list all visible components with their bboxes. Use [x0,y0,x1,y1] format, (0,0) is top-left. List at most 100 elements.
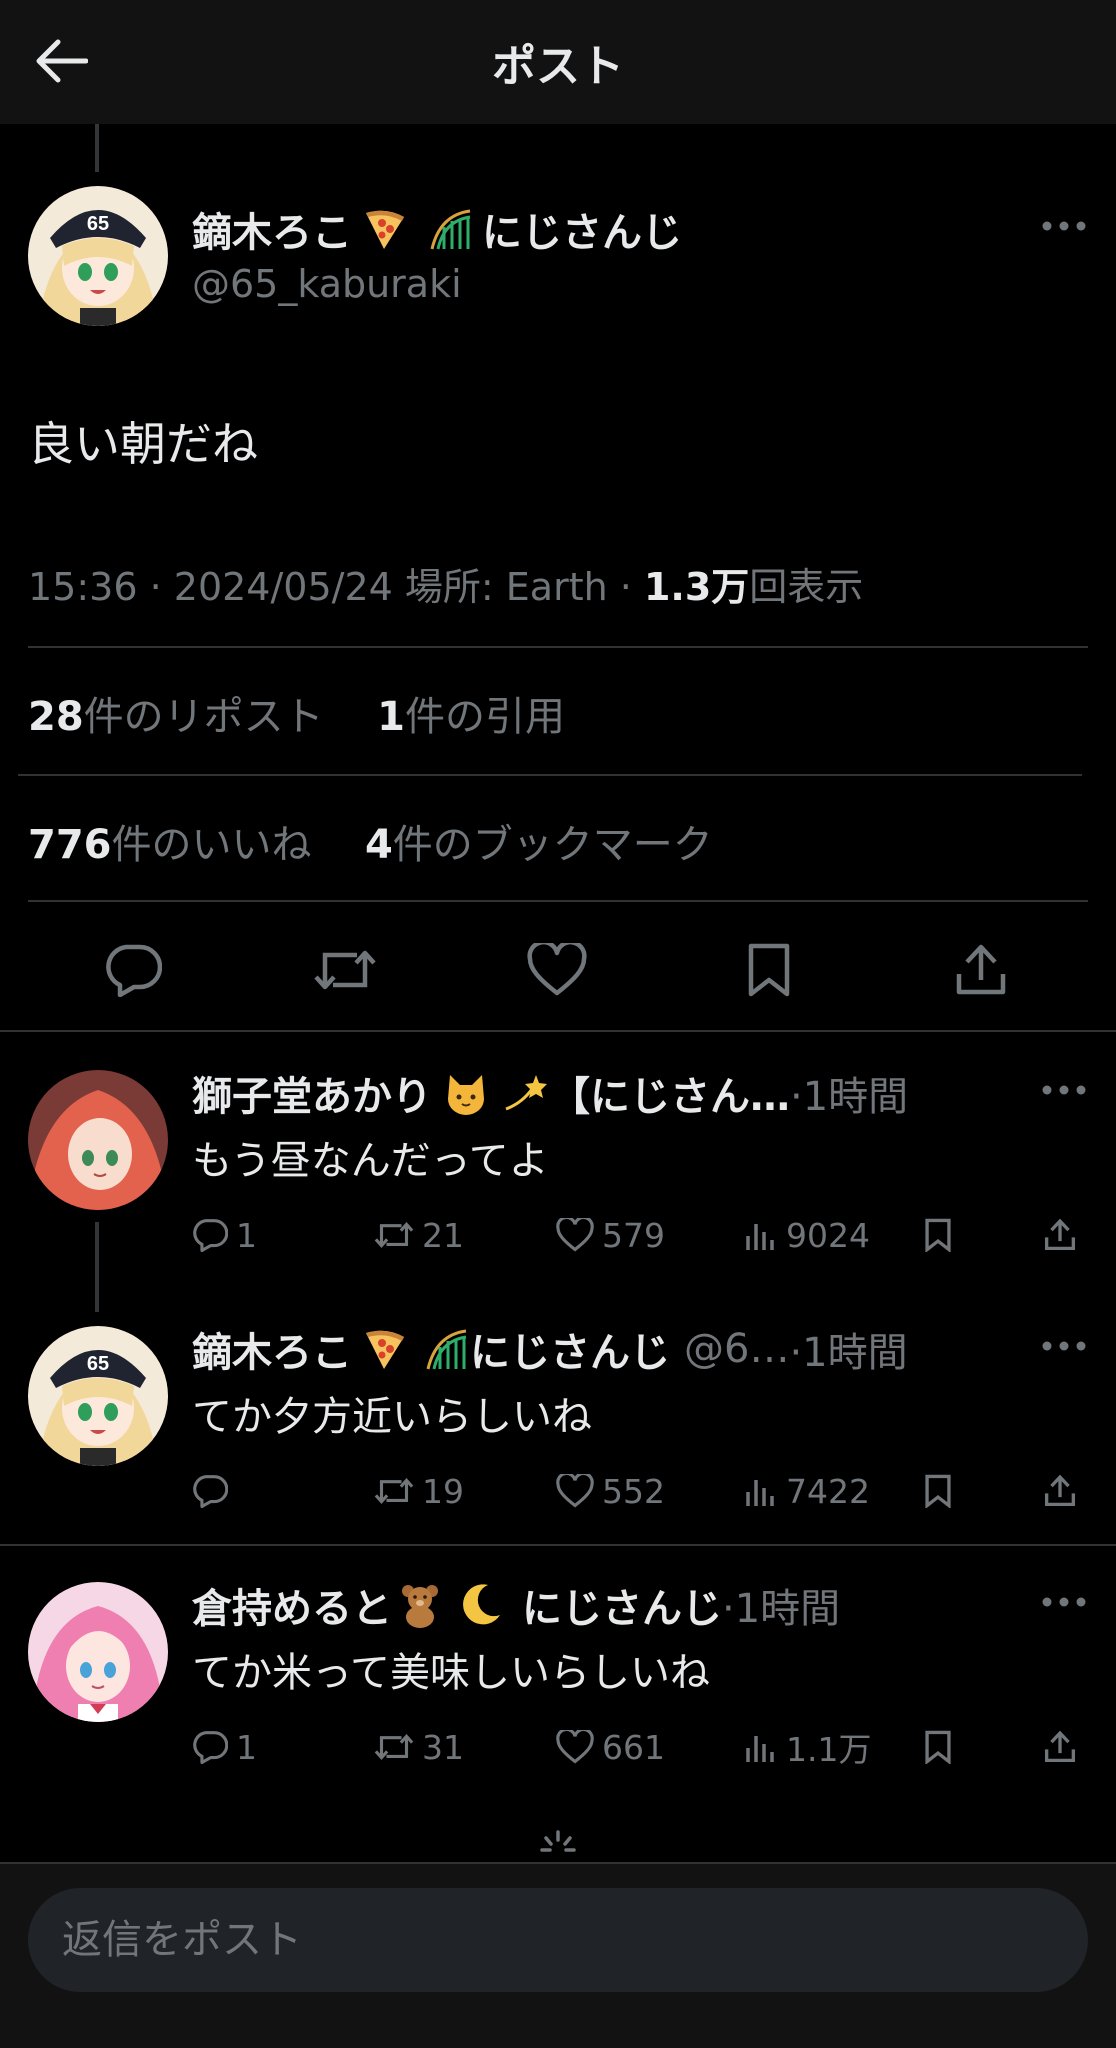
analytics-icon [746,1480,774,1506]
like-button[interactable]: 552 [556,1466,665,1516]
share-button[interactable] [1044,1210,1076,1260]
reply-more-button[interactable] [1034,1326,1094,1366]
reply-action-bar: 19 552 7422 [192,1466,1092,1516]
more-dots-icon [1042,221,1086,231]
reply-avatar[interactable]: 65 [28,1326,168,1466]
post-location: 場所: Earth [404,565,608,609]
share-icon [956,944,1006,995]
post-time[interactable]: 15:36 [28,565,138,609]
reply-text: てか夕方近いらしいね [192,1394,592,1440]
reply-author-line[interactable]: 獅子堂あかり 【にじさん… ·1時間 [192,1064,908,1122]
cat-face-emoji-icon [448,1075,484,1115]
views-button[interactable]: 1.1万 [744,1722,871,1772]
divider [28,646,1088,648]
analytics-icon [746,1224,774,1250]
reply-more-button[interactable] [1034,1070,1094,1110]
views-count: 1.3万 [643,565,750,609]
thread-connector [95,124,99,172]
bookmark-button[interactable] [734,940,804,1000]
repost-icon [314,950,376,990]
reply-action-bar: 1 31 661 1.1万 [192,1722,1092,1772]
repost-button[interactable] [310,940,380,1000]
heart-icon [556,1730,594,1764]
likes-link[interactable]: 776件のいいね [28,822,312,868]
reply-icon [193,1475,228,1508]
share-icon [1044,1730,1076,1763]
analytics-icon [746,1736,774,1762]
reply-avatar[interactable] [28,1582,168,1722]
heart-icon [556,1218,594,1252]
more-dots-icon [1042,1085,1086,1095]
divider [28,900,1088,902]
divider [0,1544,1116,1546]
reposts-link[interactable]: 28件のリポスト [28,694,324,740]
reply-button[interactable]: 1 [192,1210,257,1260]
more-dots-icon [1042,1341,1086,1351]
bookmark-icon [925,1474,951,1508]
share-button[interactable] [1044,1722,1076,1772]
divider [18,774,1082,776]
share-button[interactable] [1044,1466,1076,1516]
post-text: 良い朝だね [28,417,258,471]
teddy-bear-emoji-icon [402,1585,438,1628]
reply-author-line[interactable]: 倉持めると にじさんじ ·1時間 [192,1576,840,1634]
post-action-bar [0,920,1116,1020]
svg-text:65: 65 [87,1353,109,1375]
quotes-link[interactable]: 1件の引用 [377,694,565,740]
reply-text: てか米って美味しいらしいね [192,1650,710,1696]
repost-button[interactable]: 21 [374,1210,464,1260]
views-button[interactable]: 9024 [744,1210,870,1260]
top-bar: ポスト [0,0,1116,124]
like-button[interactable]: 579 [556,1210,665,1260]
bookmark-button[interactable] [924,1466,952,1516]
pizza-emoji-icon [366,1330,404,1369]
bookmark-button[interactable] [924,1722,952,1772]
views-label: 回表示 [749,565,864,609]
like-stats: 776件のいいね 4件のブックマーク [28,812,713,870]
bookmark-icon [748,943,790,997]
page-title: ポスト [492,41,624,92]
repost-icon [374,1478,414,1504]
repost-button[interactable]: 31 [374,1722,464,1772]
reply-more-button[interactable] [1034,1582,1094,1622]
reply-author-line[interactable]: 鏑木ろこ にじさんじ @6… ·1時間 [192,1320,908,1378]
like-button[interactable] [522,940,592,1000]
crescent-moon-emoji-icon [463,1584,500,1625]
pizza-emoji-icon [366,210,404,249]
reply-button[interactable] [192,1466,236,1516]
repost-button[interactable]: 19 [374,1466,464,1516]
more-dots-icon [1042,1597,1086,1607]
reply-icon [193,1731,228,1764]
reply-input[interactable] [28,1888,1088,1992]
views-button[interactable]: 7422 [744,1466,870,1516]
post-date[interactable]: 2024/05/24 [174,565,393,609]
reply-avatar[interactable] [28,1070,168,1210]
reply-text: もう昼なんだってよ [192,1138,549,1184]
post-metadata: 15:36 · 2024/05/24 場所: Earth · 1.3万回表示 [28,565,864,609]
reply-button[interactable] [98,940,168,1000]
author-avatar[interactable]: 65 [28,186,168,326]
post-more-button[interactable] [1034,206,1094,246]
divider [0,1030,1116,1032]
bookmark-button[interactable] [924,1210,952,1260]
share-icon [1044,1218,1076,1251]
bookmark-icon [925,1218,951,1252]
repost-icon [374,1734,414,1760]
bookmarks-link[interactable]: 4件のブックマーク [365,822,713,868]
author-handle[interactable]: @65_kaburaki [192,262,462,306]
like-button[interactable]: 661 [556,1722,665,1772]
author-name[interactable]: 鏑木ろこ にじさんじ [192,200,682,258]
repost-stats: 28件のリポスト 1件の引用 [28,684,565,742]
svg-text:65: 65 [87,213,109,235]
bookmark-icon [925,1730,951,1764]
reply-icon [106,944,162,997]
heart-icon [527,943,587,996]
share-icon [1044,1474,1076,1507]
thread-connector [95,1222,99,1312]
nijisanji-logo-icon [430,209,471,250]
reply-button[interactable]: 1 [192,1722,257,1772]
heart-icon [556,1474,594,1508]
share-button[interactable] [946,940,1016,1000]
nijisanji-logo-icon [426,1329,467,1370]
repost-icon [374,1222,414,1248]
